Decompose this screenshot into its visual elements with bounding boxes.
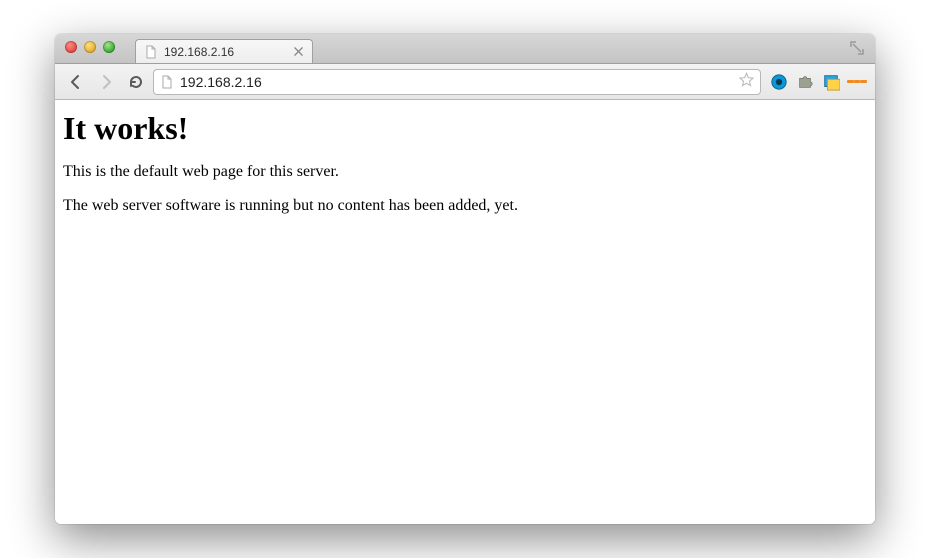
tab-title: 192.168.2.16 bbox=[164, 45, 286, 59]
toolbar: 192.168.2.16 bbox=[55, 64, 875, 100]
browser-window: 192.168.2.16 bbox=[55, 34, 875, 524]
window-controls bbox=[65, 41, 115, 53]
extension-window-icon[interactable] bbox=[821, 72, 841, 92]
reload-button[interactable] bbox=[123, 70, 149, 94]
file-icon bbox=[160, 75, 174, 89]
menu-button[interactable] bbox=[847, 72, 867, 92]
page-paragraph: This is the default web page for this se… bbox=[63, 163, 867, 181]
extension-globe-icon[interactable] bbox=[769, 72, 789, 92]
page-paragraph: The web server software is running but n… bbox=[63, 197, 867, 215]
extension-puzzle-icon[interactable] bbox=[795, 72, 815, 92]
file-icon bbox=[144, 45, 158, 59]
url-text: 192.168.2.16 bbox=[180, 74, 733, 90]
fullscreen-toggle-button[interactable] bbox=[849, 40, 865, 61]
close-window-button[interactable] bbox=[65, 41, 77, 53]
browser-tab[interactable]: 192.168.2.16 bbox=[135, 39, 313, 63]
tab-strip: 192.168.2.16 bbox=[55, 34, 875, 64]
address-bar[interactable]: 192.168.2.16 bbox=[153, 69, 761, 95]
forward-button[interactable] bbox=[93, 70, 119, 94]
maximize-window-button[interactable] bbox=[103, 41, 115, 53]
page-heading: It works! bbox=[63, 110, 867, 147]
page-content: It works! This is the default web page f… bbox=[55, 100, 875, 524]
bookmark-star-icon[interactable] bbox=[739, 72, 754, 92]
minimize-window-button[interactable] bbox=[84, 41, 96, 53]
close-tab-button[interactable] bbox=[292, 46, 304, 58]
back-button[interactable] bbox=[63, 70, 89, 94]
extension-icons bbox=[769, 72, 867, 92]
